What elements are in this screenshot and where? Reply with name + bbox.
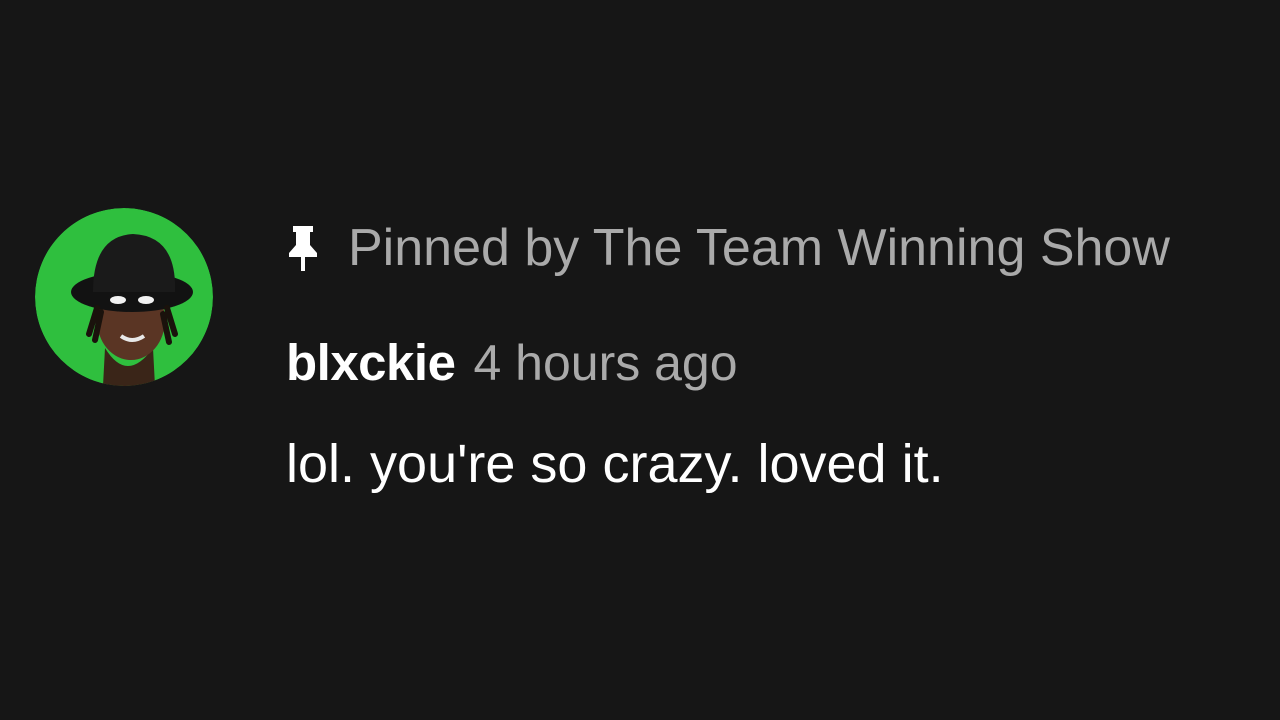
avatar-image — [35, 208, 213, 386]
avatar[interactable] — [35, 208, 213, 386]
comment-header: blxckie 4 hours ago — [286, 333, 738, 393]
pinned-label: Pinned by The Team Winning Show — [286, 218, 1170, 278]
comment-timestamp[interactable]: 4 hours ago — [473, 333, 737, 393]
pin-icon — [286, 223, 320, 273]
author-name[interactable]: blxckie — [286, 333, 456, 393]
pinned-by-text: Pinned by The Team Winning Show — [348, 219, 1170, 277]
comment-text: lol. you're so crazy. loved it. — [286, 434, 944, 494]
pinned-comment: Pinned by The Team Winning Show blxckie … — [0, 0, 1280, 720]
